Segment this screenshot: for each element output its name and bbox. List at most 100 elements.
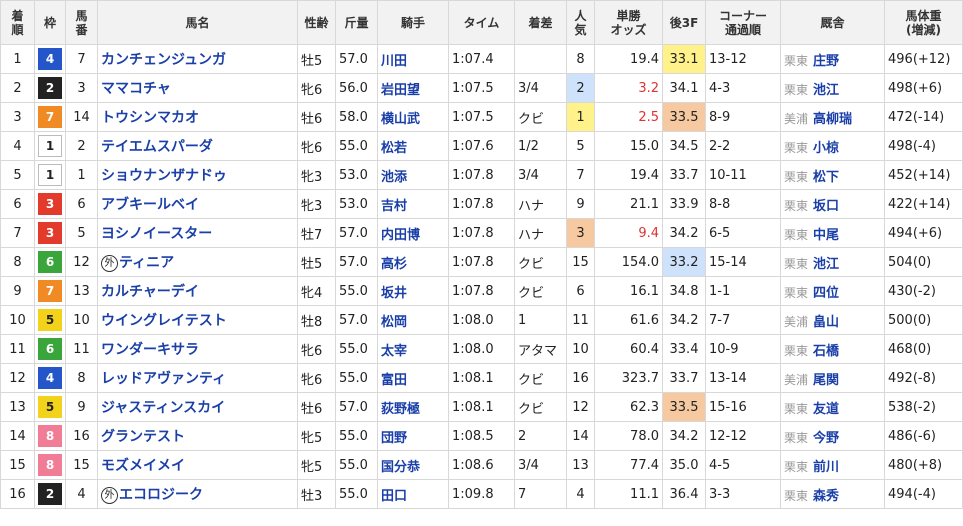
jockey-link[interactable]: 岩田望: [381, 83, 420, 98]
sexage-cell: 牡5: [297, 44, 336, 74]
jockey-link[interactable]: 国分恭: [381, 460, 420, 475]
trainer-link[interactable]: 尾関: [813, 373, 839, 388]
foreign-mark: 外: [101, 486, 118, 504]
bodyweight-cell: 538(-2): [884, 392, 963, 422]
horse-name-link[interactable]: ワンダーキサラ: [101, 342, 199, 358]
trainer-link[interactable]: 小椋: [813, 141, 839, 156]
popularity-cell: 4: [566, 479, 595, 509]
jockey-link[interactable]: 池添: [381, 170, 407, 185]
col-header-popularity[interactable]: 人気: [566, 0, 595, 45]
jockey-cell: 高杉: [377, 247, 449, 277]
jockey-cell: 坂井: [377, 276, 449, 306]
col-header-umaban[interactable]: 馬番: [65, 0, 98, 45]
col-header-weight[interactable]: 斤量: [335, 0, 378, 45]
weight-cell: 55.0: [335, 276, 378, 306]
horse-name-link[interactable]: カンチェンジュンガ: [101, 52, 226, 68]
jockey-cell: 団野: [377, 421, 449, 451]
col-header-horse[interactable]: 馬名: [97, 0, 298, 45]
jockey-link[interactable]: 松若: [381, 141, 407, 156]
horse-name-link[interactable]: ショウナンザナドゥ: [101, 168, 227, 184]
col-header-jockey[interactable]: 騎手: [377, 0, 449, 45]
trainer-area: 美浦: [784, 372, 809, 387]
horse-name-link[interactable]: ママコチャ: [101, 81, 171, 97]
trainer-link[interactable]: 森秀: [813, 489, 839, 504]
jockey-link[interactable]: 内田博: [381, 228, 420, 243]
waku-cell: 2: [34, 73, 66, 103]
horse-name-link[interactable]: ティニア: [119, 255, 174, 271]
trainer-link[interactable]: 池江: [813, 257, 839, 272]
col-header-trainer[interactable]: 厩舎: [780, 0, 885, 45]
popularity-cell: 3: [566, 218, 595, 248]
time-cell: 1:08.6: [448, 450, 515, 480]
jockey-cell: 松岡: [377, 305, 449, 335]
trainer-area: 栗東: [784, 459, 809, 474]
jockey-link[interactable]: 川田: [381, 54, 407, 69]
horse-name-link[interactable]: テイエムスパーダ: [101, 139, 213, 155]
trainer-link[interactable]: 高柳瑞: [813, 112, 852, 127]
corner-cell: 4-5: [705, 450, 781, 480]
trainer-link[interactable]: 四位: [813, 286, 839, 301]
table-row: 1 4 7 カンチェンジュンガ 牡5 57.0 川田 1:07.4 8 19.4 33.1 13-12…: [0, 44, 963, 74]
trainer-link[interactable]: 坂口: [813, 199, 839, 214]
trainer-link[interactable]: 友道: [813, 402, 839, 417]
popularity-cell: 7: [566, 160, 595, 190]
trainer-link[interactable]: 中尾: [813, 228, 839, 243]
margin-cell: 1/2: [514, 131, 567, 161]
horse-name-link[interactable]: ウイングレイテスト: [101, 313, 227, 329]
col-header-last3f[interactable]: 後3F: [662, 0, 706, 45]
trainer-link[interactable]: 今野: [813, 431, 839, 446]
waku-cell: 8: [34, 450, 66, 480]
trainer-link[interactable]: 庄野: [813, 54, 839, 69]
time-cell: 1:08.1: [448, 392, 515, 422]
time-cell: 1:07.5: [448, 102, 515, 132]
waku-badge: 5: [38, 396, 62, 418]
col-header-waku[interactable]: 枠: [34, 0, 66, 45]
trainer-link[interactable]: 池江: [813, 83, 839, 98]
time-cell: 1:07.5: [448, 73, 515, 103]
jockey-link[interactable]: 横山武: [381, 112, 420, 127]
margin-cell: [514, 44, 567, 74]
trainer-link[interactable]: 前川: [813, 460, 839, 475]
horse-name-link[interactable]: アブキールベイ: [101, 197, 199, 213]
jockey-link[interactable]: 富田: [381, 373, 407, 388]
weight-cell: 57.0: [335, 247, 378, 277]
col-header-margin[interactable]: 着差: [514, 0, 567, 45]
bodyweight-cell: 486(-6): [884, 421, 963, 451]
horse-name-link[interactable]: グランテスト: [101, 429, 185, 445]
col-header-sexage[interactable]: 性齢: [297, 0, 336, 45]
odds-cell: 77.4: [594, 450, 663, 480]
horse-cell: グランテスト: [97, 421, 298, 451]
jockey-link[interactable]: 荻野極: [381, 402, 420, 417]
margin-cell: クビ: [514, 247, 567, 277]
horse-name-link[interactable]: モズメイメイ: [101, 458, 185, 474]
trainer-cell: 栗東 坂口: [780, 189, 885, 219]
trainer-area: 栗東: [784, 227, 809, 242]
horse-name-link[interactable]: カルチャーデイ: [101, 284, 199, 300]
jockey-link[interactable]: 田口: [381, 489, 407, 504]
horse-name-link[interactable]: レッドアヴァンティ: [101, 371, 226, 387]
trainer-link[interactable]: 松下: [813, 170, 839, 185]
col-header-odds[interactable]: 単勝 オッズ: [594, 0, 663, 45]
jockey-link[interactable]: 高杉: [381, 257, 407, 272]
horse-name-link[interactable]: トウシンマカオ: [101, 110, 199, 126]
jockey-link[interactable]: 松岡: [381, 315, 407, 330]
jockey-link[interactable]: 太宰: [381, 344, 407, 359]
col-header-corner[interactable]: コーナー 通過順: [705, 0, 781, 45]
waku-badge: 2: [38, 483, 62, 505]
bodyweight-cell: 504(0): [884, 247, 963, 277]
col-header-time[interactable]: タイム: [448, 0, 515, 45]
horse-cell: アブキールベイ: [97, 189, 298, 219]
horse-name-link[interactable]: ジャスティンスカイ: [101, 400, 225, 416]
trainer-link[interactable]: 畠山: [813, 315, 839, 330]
jockey-link[interactable]: 団野: [381, 431, 407, 446]
rank-cell: 15: [0, 450, 35, 480]
jockey-link[interactable]: 吉村: [381, 199, 407, 214]
trainer-link[interactable]: 石橋: [813, 344, 839, 359]
col-header-bodyweight[interactable]: 馬体重 (増減): [884, 0, 963, 45]
margin-cell: ハナ: [514, 189, 567, 219]
horse-cell: 外ティニア: [97, 247, 298, 277]
col-header-rank[interactable]: 着順: [0, 0, 35, 45]
jockey-link[interactable]: 坂井: [381, 286, 407, 301]
horse-name-link[interactable]: エコロジーク: [119, 487, 203, 503]
horse-name-link[interactable]: ヨシノイースター: [101, 226, 212, 242]
